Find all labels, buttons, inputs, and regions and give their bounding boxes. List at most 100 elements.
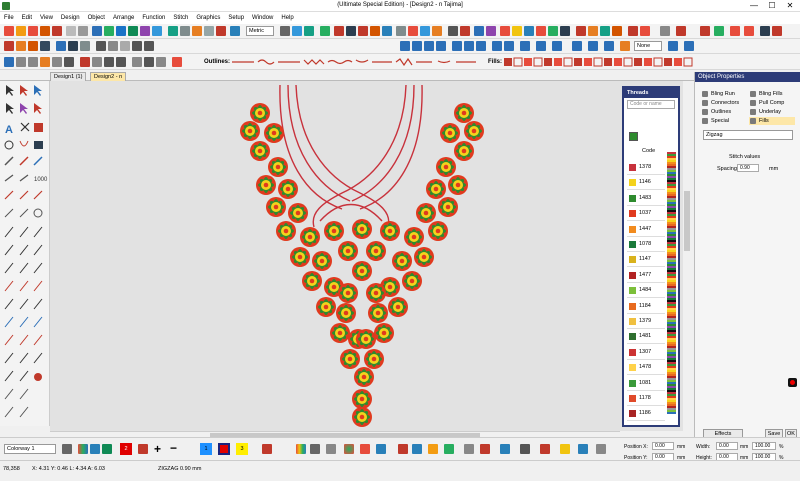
space-v-icon[interactable] bbox=[504, 41, 514, 51]
motif-icon[interactable] bbox=[730, 26, 740, 36]
outline-types-strip[interactable] bbox=[232, 58, 482, 66]
distribute-icon[interactable] bbox=[436, 41, 446, 51]
show-color-icon[interactable] bbox=[326, 444, 336, 454]
spiral-icon[interactable] bbox=[772, 26, 782, 36]
thread-icon[interactable] bbox=[376, 444, 386, 454]
measure-tool-icon[interactable] bbox=[92, 57, 102, 67]
thread-row[interactable]: 1379 bbox=[627, 314, 665, 329]
tab-outlines[interactable]: Outlines bbox=[701, 108, 731, 116]
color-match-icon[interactable] bbox=[444, 444, 454, 454]
menu-graphics[interactable]: Graphics bbox=[192, 12, 224, 24]
color-replace-icon[interactable] bbox=[480, 444, 490, 454]
stitch-type-select[interactable]: Zigzag bbox=[703, 130, 793, 140]
chenille-icon[interactable] bbox=[536, 26, 546, 36]
menu-arrange[interactable]: Arrange bbox=[109, 12, 138, 24]
save-icon[interactable] bbox=[28, 41, 38, 51]
lock-icon[interactable] bbox=[280, 26, 290, 36]
thread-row[interactable]: 1447 bbox=[627, 222, 665, 237]
close-shape-icon[interactable] bbox=[156, 57, 166, 67]
fractal-icon[interactable] bbox=[500, 26, 510, 36]
eraser-icon[interactable] bbox=[64, 57, 74, 67]
ruler-icon[interactable] bbox=[412, 444, 422, 454]
sequin-icon[interactable] bbox=[512, 26, 522, 36]
close-button[interactable]: ✕ bbox=[781, 1, 799, 11]
embroidery-design[interactable] bbox=[50, 81, 683, 431]
layout-icon[interactable] bbox=[596, 444, 606, 454]
kaleido-icon[interactable] bbox=[676, 26, 686, 36]
color-bars-icon[interactable] bbox=[296, 444, 306, 454]
eyedropper-icon[interactable] bbox=[138, 444, 148, 454]
trim-shape-icon[interactable] bbox=[474, 26, 484, 36]
branch-icon[interactable] bbox=[382, 26, 392, 36]
new-icon[interactable] bbox=[4, 41, 14, 51]
view-icon[interactable] bbox=[604, 41, 614, 51]
zoom-icon[interactable] bbox=[192, 26, 202, 36]
hide-color-icon[interactable] bbox=[310, 444, 320, 454]
menu-function[interactable]: Function bbox=[138, 12, 169, 24]
grid-toggle-icon[interactable] bbox=[230, 26, 240, 36]
thread-row[interactable]: 1186 bbox=[627, 406, 665, 422]
measure-icon[interactable] bbox=[180, 26, 190, 36]
color-wheel-icon[interactable] bbox=[344, 444, 354, 454]
run-icon[interactable] bbox=[40, 26, 50, 36]
vertical-scrollbar[interactable] bbox=[683, 81, 691, 431]
team-names-icon[interactable] bbox=[600, 26, 610, 36]
hide-icon[interactable] bbox=[760, 26, 770, 36]
cut-tool-icon[interactable] bbox=[96, 41, 106, 51]
thread-search-input[interactable]: Code or name bbox=[627, 100, 675, 109]
align-icon[interactable] bbox=[66, 26, 76, 36]
3d-view-icon[interactable] bbox=[668, 41, 678, 51]
width-icon[interactable] bbox=[292, 26, 302, 36]
minimize-button[interactable]: — bbox=[745, 1, 763, 11]
thread-column-header[interactable]: Code bbox=[642, 148, 655, 154]
align-center-icon[interactable] bbox=[412, 41, 422, 51]
tab-fills[interactable]: Fills bbox=[749, 117, 795, 125]
point-icon[interactable] bbox=[104, 57, 114, 67]
mirror-merge-icon[interactable] bbox=[660, 26, 670, 36]
wave-icon[interactable] bbox=[640, 26, 650, 36]
thread-row[interactable]: 1037 bbox=[627, 206, 665, 222]
menu-file[interactable]: File bbox=[0, 12, 18, 24]
color-sort-icon[interactable] bbox=[552, 41, 562, 51]
copy-icon[interactable] bbox=[108, 41, 118, 51]
thread-row[interactable]: 1147 bbox=[627, 252, 665, 268]
menu-view[interactable]: View bbox=[36, 12, 57, 24]
align-middle-icon[interactable] bbox=[464, 41, 474, 51]
fabric-icon[interactable] bbox=[204, 26, 214, 36]
remove-icon[interactable]: − bbox=[170, 441, 177, 455]
tab-connectors[interactable]: Connectors bbox=[701, 99, 739, 107]
menu-window[interactable]: Window bbox=[248, 12, 277, 24]
spacing-input[interactable]: 0.90 bbox=[737, 164, 759, 172]
tab-bling-fills[interactable]: Bling Fills bbox=[749, 90, 783, 98]
menu-stitch[interactable]: Stitch bbox=[169, 12, 192, 24]
marker-icon[interactable] bbox=[172, 57, 182, 67]
space-h-icon[interactable] bbox=[492, 41, 502, 51]
thread-row[interactable]: 1184 bbox=[627, 299, 665, 314]
none-select[interactable]: None bbox=[634, 41, 662, 51]
color-grid-icon[interactable] bbox=[78, 444, 88, 454]
rotate-icon[interactable] bbox=[16, 57, 26, 67]
thread-row[interactable]: 1477 bbox=[627, 268, 665, 283]
width-input[interactable]: 0.00 bbox=[716, 442, 738, 450]
color-swap-icon[interactable] bbox=[428, 444, 438, 454]
motif-fill-icon[interactable] bbox=[744, 26, 754, 36]
add-icon[interactable]: + bbox=[154, 442, 161, 456]
tab-special[interactable]: Special bbox=[701, 117, 729, 125]
colorway-menu-icon[interactable] bbox=[62, 444, 72, 454]
stitch-player-icon[interactable] bbox=[152, 26, 162, 36]
thread-row[interactable]: 1307 bbox=[627, 345, 665, 360]
fill-types-strip[interactable] bbox=[504, 57, 704, 67]
paste-icon[interactable] bbox=[120, 41, 130, 51]
position-x-input[interactable]: 0.00 bbox=[652, 442, 674, 450]
transform-icon[interactable] bbox=[448, 26, 458, 36]
check-icon[interactable] bbox=[320, 26, 330, 36]
grid-icon[interactable] bbox=[78, 26, 88, 36]
thread-row[interactable]: 1081 bbox=[627, 376, 665, 391]
color-slot-1[interactable]: 1 bbox=[200, 443, 212, 455]
align-left-icon[interactable] bbox=[400, 41, 410, 51]
palette-tool-icon[interactable] bbox=[90, 444, 100, 454]
weld-icon[interactable] bbox=[460, 26, 470, 36]
align-bottom-icon[interactable] bbox=[476, 41, 486, 51]
bling-icon[interactable] bbox=[524, 26, 534, 36]
stitch-effect-icon[interactable] bbox=[628, 26, 638, 36]
